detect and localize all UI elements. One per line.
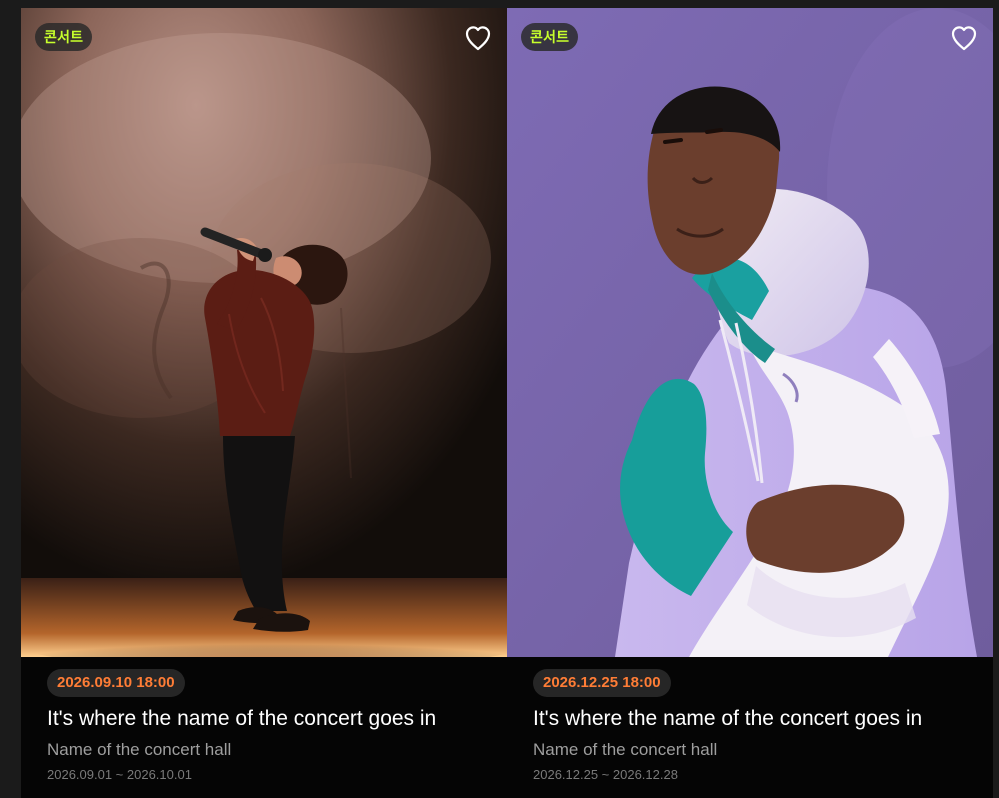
show-datetime-badge: 2026.12.25 18:00 <box>533 669 671 697</box>
concert-card-grid: 콘서트 2026.09.10 18:00 It's where the name… <box>21 8 993 798</box>
genre-badge: 콘서트 <box>521 23 579 51</box>
heart-outline-icon <box>465 26 491 51</box>
show-datetime-badge: 2026.09.10 18:00 <box>47 669 185 697</box>
concert-title[interactable]: It's where the name of the concert goes … <box>533 705 983 733</box>
concert-card[interactable]: 콘서트 2026.09.10 18:00 It's where the name… <box>21 8 507 798</box>
concert-poster-image[interactable] <box>21 8 507 657</box>
concert-info: 2026.12.25 18:00 It's where the name of … <box>533 669 983 784</box>
concert-venue: Name of the concert hall <box>533 740 718 759</box>
heart-outline-icon <box>951 26 977 51</box>
concert-period: 2026.09.01 ~ 2026.10.01 <box>47 767 192 782</box>
concert-card[interactable]: 콘서트 2026.12.25 18:00 It's where the name… <box>507 8 993 798</box>
concert-period: 2026.12.25 ~ 2026.12.28 <box>533 767 678 782</box>
artist-portrait-illustration <box>507 8 993 657</box>
favorite-heart-icon[interactable] <box>462 22 494 54</box>
concert-venue: Name of the concert hall <box>47 740 232 759</box>
favorite-heart-icon[interactable] <box>948 22 980 54</box>
concert-title[interactable]: It's where the name of the concert goes … <box>47 705 497 733</box>
stage-singer-illustration <box>21 8 507 657</box>
genre-badge: 콘서트 <box>35 23 93 51</box>
concert-info: 2026.09.10 18:00 It's where the name of … <box>47 669 497 784</box>
concert-poster-image[interactable] <box>507 8 993 657</box>
